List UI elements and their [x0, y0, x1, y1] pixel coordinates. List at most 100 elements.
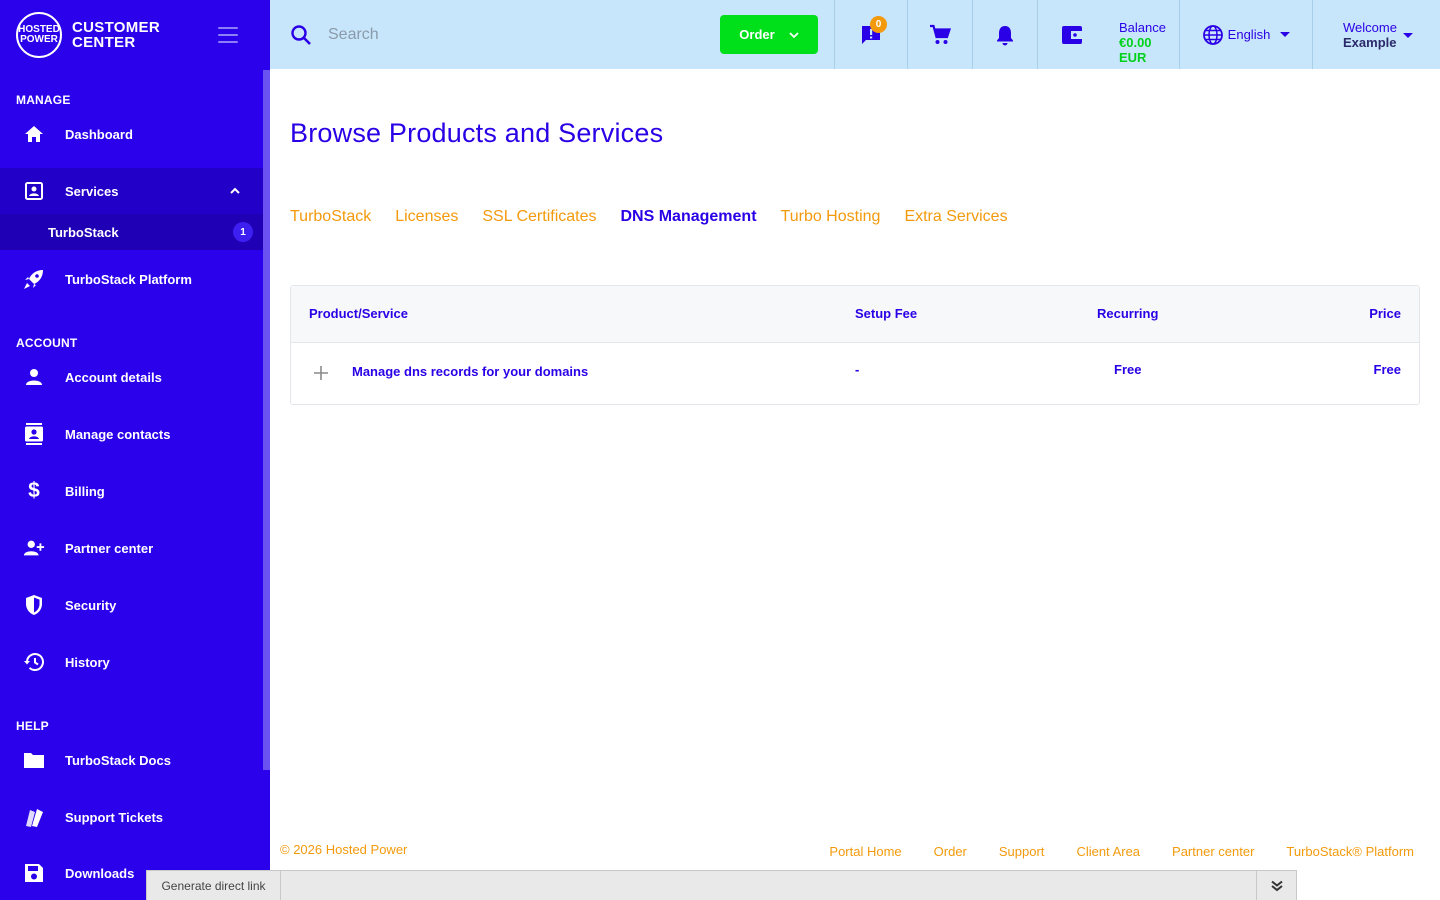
sidebar-item-dashboard[interactable]: Dashboard: [0, 111, 263, 157]
recurring-value: Free: [1114, 362, 1142, 377]
globe-icon: [1202, 24, 1223, 45]
sidebar-item-manage-contacts[interactable]: Manage contacts: [0, 411, 263, 457]
sidebar: HOSTED POWER CUSTOMER CENTER MANAGE Dash…: [0, 0, 270, 900]
balance-label: Balance: [1119, 20, 1166, 35]
column-header-recurring: Recurring: [1097, 306, 1159, 321]
messages-button[interactable]: 0: [834, 0, 907, 69]
sidebar-item-billing[interactable]: $ Billing: [0, 468, 263, 514]
welcome-label: Welcome: [1343, 20, 1397, 35]
tab-extra-services[interactable]: Extra Services: [904, 208, 1007, 226]
user-menu[interactable]: Welcome Example: [1312, 0, 1440, 69]
tab-ssl-certificates[interactable]: SSL Certificates: [482, 208, 596, 226]
page-title: Browse Products and Services: [290, 118, 664, 148]
sidebar-item-label: Downloads: [65, 865, 135, 881]
count-badge: 1: [233, 222, 253, 242]
wallet-icon: [1062, 26, 1082, 44]
sidebar-item-account-details[interactable]: Account details: [0, 354, 263, 400]
section-label-manage: MANAGE: [16, 93, 71, 107]
home-icon: [23, 123, 45, 145]
bell-icon: [997, 25, 1013, 45]
sidebar-item-history[interactable]: History: [0, 639, 263, 685]
brand-name-line1: CUSTOMER: [72, 19, 160, 36]
sidebar-scrollbar[interactable]: [263, 70, 270, 770]
sidebar-header: HOSTED POWER CUSTOMER CENTER: [0, 0, 270, 70]
search-icon[interactable]: [290, 24, 312, 46]
price-value: Free: [1373, 362, 1401, 377]
generate-direct-link-button[interactable]: Generate direct link: [147, 871, 281, 900]
shield-icon: [23, 594, 45, 616]
order-button[interactable]: Order: [720, 15, 818, 54]
caret-down-icon: [1280, 32, 1291, 37]
tickets-icon: [23, 806, 45, 828]
sidebar-item-turbostack-docs[interactable]: TurboStack Docs: [0, 737, 263, 783]
balance-widget[interactable]: Balance €0.00 EUR: [1037, 0, 1179, 69]
sidebar-item-label: Dashboard: [65, 126, 133, 142]
brand-logo[interactable]: HOSTED POWER: [16, 12, 62, 58]
history-icon: [23, 651, 45, 673]
tab-turbostack[interactable]: TurboStack: [290, 208, 371, 226]
expand-plus-icon[interactable]: [313, 365, 329, 381]
chevron-up-icon[interactable]: [229, 185, 241, 197]
section-label-help: HELP: [16, 719, 49, 733]
table-row[interactable]: Manage dns records for your domains - Fr…: [291, 343, 1419, 405]
chevron-down-icon: [789, 31, 799, 38]
rocket-icon: [23, 268, 45, 290]
brand-name-line2: CENTER: [72, 34, 136, 51]
sidebar-subitem-label: TurboStack: [48, 224, 119, 240]
table-header: Product/Service Setup Fee Recurring Pric…: [291, 286, 1419, 343]
notifications-button[interactable]: [972, 0, 1037, 69]
sidebar-item-label: TurboStack Platform: [65, 271, 192, 287]
dollar-icon: $: [28, 479, 40, 502]
column-header-product: Product/Service: [309, 306, 408, 321]
sidebar-subitem-turbostack[interactable]: TurboStack 1: [0, 214, 263, 250]
sidebar-item-security[interactable]: Security: [0, 582, 263, 628]
cart-icon: [930, 24, 951, 44]
topbar: Order 0 Balance €0.00 EUR English Welcom…: [270, 0, 1440, 69]
tab-turbo-hosting[interactable]: Turbo Hosting: [781, 208, 881, 226]
tab-dns-management[interactable]: DNS Management: [621, 208, 757, 226]
sidebar-item-label: Security: [65, 597, 117, 613]
save-disk-icon: [23, 862, 45, 884]
double-chevron-down-icon: [1270, 880, 1283, 891]
footer-link-turbostack-platform[interactable]: TurboStack® Platform: [1286, 844, 1414, 859]
sidebar-item-services[interactable]: Services: [0, 168, 263, 214]
sidebar-item-turbostack-platform[interactable]: TurboStack Platform: [0, 256, 263, 302]
cart-button[interactable]: [907, 0, 972, 69]
search-input[interactable]: [328, 18, 708, 52]
caret-down-icon: [1403, 33, 1413, 38]
sidebar-item-support-tickets[interactable]: Support Tickets: [0, 794, 263, 840]
contact-card-icon: [23, 180, 45, 202]
person-icon: [23, 366, 45, 388]
sidebar-item-partner-center[interactable]: Partner center: [0, 525, 263, 571]
tab-licenses[interactable]: Licenses: [395, 208, 458, 226]
sidebar-item-label: TurboStack Docs: [65, 752, 171, 768]
section-label-account: ACCOUNT: [16, 336, 78, 350]
footer-link-support[interactable]: Support: [999, 844, 1045, 859]
footer-link-partner-center[interactable]: Partner center: [1172, 844, 1254, 859]
column-header-setup-fee: Setup Fee: [855, 306, 918, 321]
product-name[interactable]: Manage dns records for your domains: [352, 364, 588, 379]
copyright: © 2026 Hosted Power: [280, 842, 408, 857]
brand-name: CUSTOMER CENTER: [72, 20, 160, 50]
setup-fee-value: -: [855, 362, 860, 377]
sidebar-item-label: Manage contacts: [65, 426, 171, 442]
add-person-icon: [23, 537, 45, 559]
balance-value: €0.00 EUR: [1119, 35, 1152, 65]
logo-text-bottom: POWER: [20, 34, 58, 45]
folder-icon: [23, 749, 45, 771]
footer-link-client-area[interactable]: Client Area: [1076, 844, 1140, 859]
language-selector[interactable]: English: [1179, 0, 1312, 69]
order-button-label: Order: [739, 27, 775, 42]
sidebar-item-label: Partner center: [65, 540, 154, 556]
messages-count-badge: 0: [870, 16, 887, 33]
collapse-toggle[interactable]: [1256, 871, 1296, 900]
footer-link-order[interactable]: Order: [934, 844, 967, 859]
sidebar-item-label: Services: [65, 183, 119, 199]
footer-links: Portal Home Order Support Client Area Pa…: [829, 844, 1414, 859]
products-table: Product/Service Setup Fee Recurring Pric…: [290, 285, 1420, 405]
column-header-price: Price: [1369, 306, 1401, 321]
menu-toggle-icon[interactable]: [218, 27, 238, 43]
user-name: Example: [1343, 35, 1397, 50]
footer-link-portal-home[interactable]: Portal Home: [829, 844, 901, 859]
sidebar-item-label: Support Tickets: [65, 809, 164, 825]
